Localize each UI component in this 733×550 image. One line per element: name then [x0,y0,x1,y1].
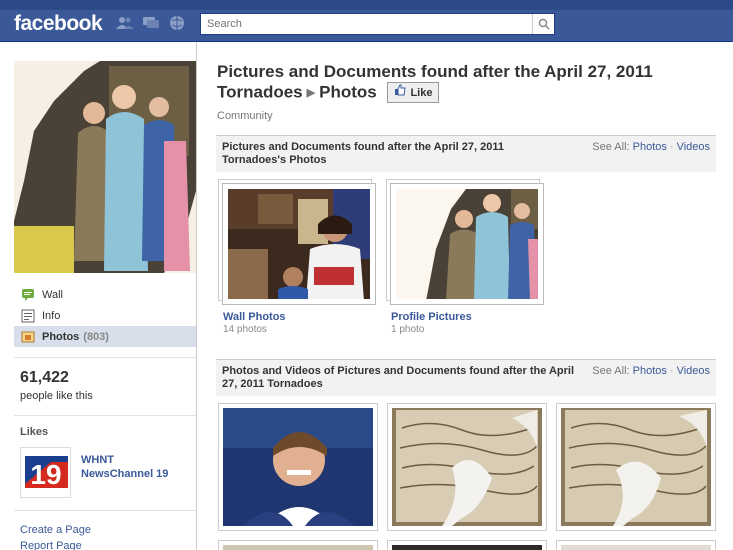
photo-thumbnail[interactable] [556,540,716,550]
see-all-videos-link[interactable]: Videos [677,141,710,153]
album-profile-pictures[interactable]: Profile Pictures 1 photo [386,179,546,335]
photo-image [561,408,711,526]
photo-image [223,408,373,526]
facebook-logo[interactable]: facebook [14,12,103,36]
album-name[interactable]: Profile Pictures [386,311,546,323]
wall-icon [20,288,36,302]
see-all-photos-link[interactable]: Photos [633,141,667,153]
breadcrumb-arrow-icon: ▶ [306,86,316,99]
album-count: 14 photos [223,324,267,335]
page-category: Community [217,110,273,122]
albums-section-title: Pictures and Documents found after the A… [222,141,504,166]
see-all-photos-link[interactable]: Photos [633,365,667,377]
photo-thumbnail[interactable] [218,540,378,550]
photo-image [392,545,542,550]
see-all-label: See All: [592,141,630,153]
photo-image [561,545,711,550]
nav-item-photos[interactable]: Photos (803) [14,326,196,347]
photos-icon [20,330,36,344]
album-cover-image [396,189,538,299]
page-title: Pictures and Documents found after the A… [217,62,697,103]
top-bar-stripe [0,0,733,10]
albums-see-all: See All: Photos · Videos [592,141,710,153]
nav-item-wall[interactable]: Wall [14,284,196,305]
album-stack-front [222,183,376,305]
divider [14,415,196,416]
notifications-icon[interactable] [168,15,186,31]
photo-thumbnail[interactable] [556,403,716,531]
search-button[interactable] [532,14,554,34]
photo-thumbnail[interactable] [387,403,547,531]
likes-heading: Likes [20,426,49,438]
nav-label-photos: Photos [42,330,80,343]
create-page-link[interactable]: Create a Page [20,524,91,536]
album-cover-image [228,189,370,299]
tagged-section-header: Photos and Videos of Pictures and Docume… [216,359,716,396]
messages-icon[interactable] [142,15,160,31]
album-stack-front [390,183,544,305]
see-all-videos-link[interactable]: Videos [677,365,710,377]
section-name: Photos [319,82,377,102]
info-icon [20,309,36,323]
separator-dot: · [669,365,674,377]
left-column: Wall Info Photos (803) 61,422 people lik… [0,42,197,550]
thumbs-up-icon [394,83,407,103]
search-box [200,13,555,35]
divider [14,510,196,511]
liked-page-name[interactable]: WHNT NewsChannel 19 [81,453,168,498]
album-name[interactable]: Wall Photos [218,311,378,323]
nav-label-info: Info [42,309,61,322]
album-cover[interactable] [218,179,376,305]
like-label: Like [410,86,433,99]
album-cover[interactable] [386,179,544,305]
tagged-see-all: See All: Photos · Videos [592,365,710,377]
photos-count: (803) [83,330,109,343]
likes-text: people like this [20,390,93,402]
like-button[interactable]: Like [387,82,440,103]
page-nav: Wall Info Photos (803) [14,284,196,347]
photo-image [392,408,542,526]
nav-label-wall: Wall [42,288,63,301]
nav-item-info[interactable]: Info [14,305,196,326]
friends-icon[interactable] [116,15,134,31]
profile-picture[interactable] [14,61,196,273]
separator-dot: · [669,141,674,153]
see-all-label: See All: [592,365,630,377]
photo-thumbnail[interactable] [218,403,378,531]
report-page-link[interactable]: Report Page [20,540,82,550]
photo-image [223,545,373,550]
liked-page-name-line2: NewsChannel 19 [81,468,169,480]
liked-page-name-line1: WHNT [81,454,114,466]
search-icon [538,18,550,30]
divider [14,357,196,358]
likes-count: 61,422 [20,369,69,386]
whnt-logo[interactable]: 19 [20,447,71,498]
album-wall-photos[interactable]: Wall Photos 14 photos [218,179,378,335]
albums-section-header: Pictures and Documents found after the A… [216,135,716,172]
svg-text:19: 19 [30,459,61,490]
search-input[interactable] [201,14,532,34]
tagged-section-title: Photos and Videos of Pictures and Docume… [222,365,575,390]
main-content: Pictures and Documents found after the A… [197,42,733,550]
photo-thumbnail[interactable] [387,540,547,550]
album-count: 1 photo [391,324,425,335]
top-bar: facebook [0,0,733,42]
jewel-icons [116,15,186,31]
liked-page-whnt[interactable]: 19 WHNT NewsChannel 19 [20,447,168,498]
